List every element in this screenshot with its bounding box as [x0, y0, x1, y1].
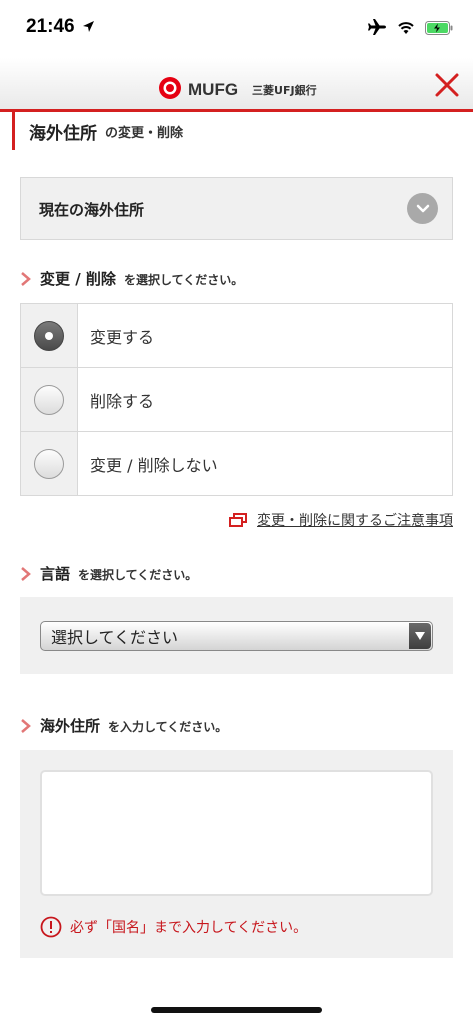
address-error: 必ず「国名」まで入力してください。	[40, 916, 307, 938]
language-select-value: 選択してください	[51, 628, 179, 647]
radio-label-change[interactable]: 変更する	[78, 304, 154, 367]
status-bar: 21:46	[0, 0, 473, 58]
current-address-accordion[interactable]: 現在の海外住所	[20, 177, 453, 240]
change-section-label: 変更 / 削除 を選択してください。	[20, 268, 243, 289]
change-option-list: 変更する 削除する 変更 / 削除しない	[20, 303, 453, 496]
chevron-right-icon	[21, 271, 31, 286]
language-section-title: 言語	[40, 565, 71, 583]
radio-button-no-change[interactable]	[34, 448, 64, 479]
address-error-text: 必ず「国名」まで入力してください。	[70, 920, 308, 936]
radio-button-delete[interactable]	[34, 384, 64, 415]
notice-link-text[interactable]: 変更・削除に関するご注意事項	[257, 510, 453, 530]
status-time: 21:46	[26, 16, 75, 37]
wifi-icon	[397, 20, 415, 39]
address-section-label: 海外住所 を入力してください。	[20, 715, 227, 736]
radio-option-delete[interactable]: 削除する	[21, 368, 452, 432]
brand-name: MUFG	[188, 80, 239, 99]
location-arrow-icon	[82, 18, 95, 37]
status-icons	[367, 18, 453, 40]
language-select[interactable]: 選択してください	[40, 621, 433, 651]
dropdown-arrow-icon[interactable]	[409, 623, 431, 649]
radio-option-change[interactable]: 変更する	[21, 304, 452, 368]
change-section-hint: を選択してください。	[123, 273, 244, 287]
radio-label-delete[interactable]: 削除する	[78, 368, 154, 431]
page-title-sub: の変更・削除	[105, 125, 184, 141]
page-title-main: 海外住所	[29, 123, 97, 144]
home-indicator[interactable]	[151, 1007, 322, 1013]
language-select-panel: 選択してください	[20, 597, 453, 674]
battery-icon	[425, 20, 453, 39]
close-icon	[435, 73, 459, 97]
address-section-title: 海外住所	[40, 717, 101, 735]
brand-logo: MUFG 三菱UFJ銀行	[158, 76, 317, 104]
accordion-label: 現在の海外住所	[39, 201, 145, 219]
address-input-panel: 必ず「国名」まで入力してください。	[20, 750, 453, 958]
chevron-down-icon[interactable]	[407, 193, 438, 224]
chevron-right-icon	[21, 566, 31, 581]
radio-cell	[21, 368, 78, 431]
close-button[interactable]	[429, 68, 465, 102]
airplane-icon	[367, 18, 387, 40]
external-window-icon	[229, 513, 247, 527]
change-section-title: 変更 / 削除	[40, 270, 116, 288]
notice-link[interactable]: 変更・削除に関するご注意事項	[229, 510, 453, 530]
page-title: 海外住所 の変更・削除	[12, 112, 183, 150]
radio-cell	[21, 432, 78, 495]
address-section-hint: を入力してください。	[108, 720, 228, 734]
mufg-logo-icon	[158, 76, 182, 104]
chevron-right-icon	[21, 718, 31, 733]
language-section-hint: を選択してください。	[78, 568, 198, 582]
radio-option-no-change[interactable]: 変更 / 削除しない	[21, 432, 452, 495]
radio-cell	[21, 304, 78, 367]
radio-button-change[interactable]	[34, 320, 64, 351]
address-textarea[interactable]	[40, 770, 433, 896]
app-header: MUFG 三菱UFJ銀行	[0, 58, 473, 112]
language-section-label: 言語 を選択してください。	[20, 563, 197, 584]
radio-label-no-change[interactable]: 変更 / 削除しない	[78, 432, 218, 495]
bank-name: 三菱UFJ銀行	[252, 84, 317, 97]
error-icon	[40, 916, 62, 938]
